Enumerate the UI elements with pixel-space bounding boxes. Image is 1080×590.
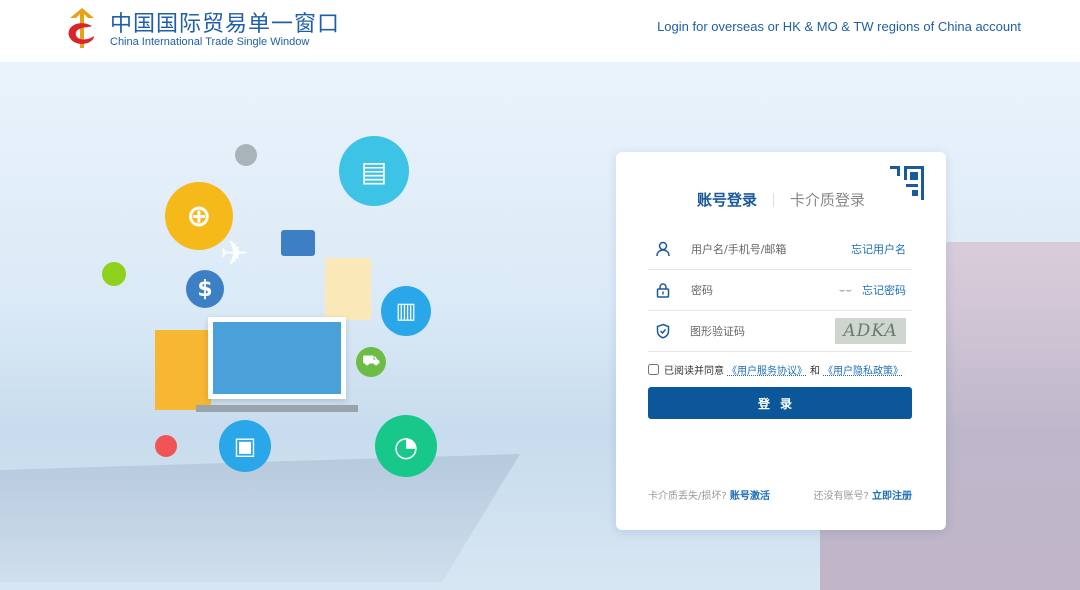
agree-checkbox[interactable] [648,364,659,375]
captcha-input[interactable] [690,324,836,338]
username-row: 忘记用户名 [648,229,912,270]
pie-chart-icon: ◔ [375,415,437,477]
tab-account-login[interactable]: 账号登录 [697,189,757,210]
register-link[interactable]: 立即注册 [872,491,912,502]
and-text: 和 [810,366,820,377]
forgot-username-link[interactable]: 忘记用户名 [851,241,906,257]
user-icon [655,241,673,257]
login-button[interactable]: 登录 [648,387,912,419]
logo-title-en: China International Trade Single Window [110,36,310,48]
card-lost-row: 卡介质丢失/损坏? 账号激活 [648,487,770,502]
password-row: ⌣⌣ 忘记密码 [648,270,912,311]
forgot-password-link[interactable]: 忘记密码 [862,282,906,298]
dot-decoration [155,435,177,457]
agree-text: 已阅读并同意 [664,366,724,377]
monitor-icon [208,317,346,399]
privacy-policy-link[interactable]: 《用户隐私政策》 [823,362,903,377]
airplane-icon: ✈ [220,234,249,274]
clipboard-icon: ▣ [219,420,271,472]
card-lost-text: 卡介质丢失/损坏? [648,491,727,502]
dollar-icon: $ [186,270,224,308]
chart-board-icon: ▥ [381,286,431,336]
tab-divider [773,192,774,207]
document-icon: ▤ [339,136,409,206]
eye-closed-icon[interactable]: ⌣⌣ [839,285,852,296]
service-agreement-link[interactable]: 《用户服务协议》 [727,362,807,377]
bottom-links: 卡介质丢失/损坏? 账号激活 还没有账号? 立即注册 [648,487,912,502]
monitor-base [196,405,358,412]
login-tabs: 账号登录 卡介质登录 [616,189,946,210]
tab-card-login[interactable]: 卡介质登录 [790,189,865,210]
captcha-row: ADKA [648,311,912,352]
overseas-login-link[interactable]: Login for overseas or HK & MO & TW regio… [657,19,1021,34]
dot-decoration [235,144,257,166]
no-account-text: 还没有账号? [813,491,869,502]
captcha-image[interactable]: ADKA [835,318,906,344]
agreement-row: 已阅读并同意 《用户服务协议》 和 《用户隐私政策》 [648,362,903,377]
logo-title-cn: 中国国际贸易单一窗口 [110,12,341,37]
report-pie-icon [325,258,371,320]
truck-icon: ⛟ [356,347,386,377]
activate-account-link[interactable]: 账号激活 [730,491,770,502]
username-input[interactable] [691,242,851,256]
register-row: 还没有账号? 立即注册 [814,487,913,502]
logo-emblem-icon [68,8,94,48]
lock-icon [655,282,673,298]
briefcase-icon [281,230,315,256]
password-input[interactable] [691,283,839,297]
dot-decoration [102,262,126,286]
box-icon [155,330,211,410]
header: 中国国际贸易单一窗口 China International Trade Sin… [0,0,1080,62]
login-card: 账号登录 卡介质登录 忘记用户名 ⌣⌣ 忘记密码 ADKA 已阅读并同意 《用户… [616,152,946,530]
shield-check-icon [655,323,672,339]
